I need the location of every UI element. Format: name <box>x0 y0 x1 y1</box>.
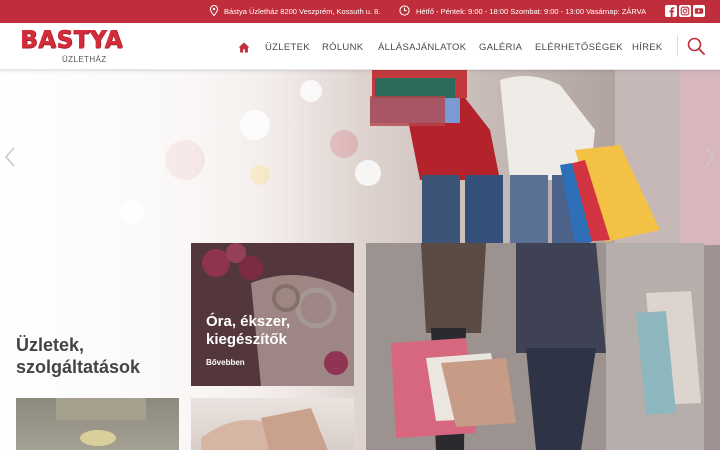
nav-item-galeria[interactable]: GALÉRIA <box>479 42 522 53</box>
nav-item-allasajanlatok[interactable]: ÁLLÁSAJÁNLATOK <box>378 42 466 53</box>
nav-item-elerhetosegek[interactable]: ELÉRHETŐSÉGEK <box>535 42 623 53</box>
read-more-link[interactable]: Bővebben <box>206 358 245 367</box>
location-pin-icon <box>209 5 219 16</box>
nav-divider <box>677 35 678 57</box>
youtube-icon[interactable] <box>693 5 705 17</box>
home-icon[interactable] <box>238 40 250 58</box>
clock-icon <box>399 5 410 16</box>
card-title: Óra, ékszer, kiegészítők <box>206 313 291 348</box>
nav-item-rolunk[interactable]: RÓLUNK <box>322 42 363 53</box>
category-card-shopping[interactable] <box>366 243 704 450</box>
instagram-icon[interactable] <box>679 5 691 17</box>
opening-hours-text: Hétfő - Péntek: 9:00 - 18:00 Szombat: 9:… <box>416 7 647 16</box>
logo-subtitle: ÜZLETHÁZ <box>62 55 107 64</box>
shopping-bags-image <box>366 243 704 450</box>
hero-slider[interactable]: Üzletek, szolgáltatások Óra, ékszer, kie… <box>0 70 720 450</box>
logo-text: BASTYA <box>20 26 123 54</box>
address-text: Bástya Üzletház 8200 Veszprém, Kossuth u… <box>224 7 381 16</box>
facebook-icon[interactable] <box>665 5 677 17</box>
shoppers-image <box>370 70 720 245</box>
nav-item-uzletek[interactable]: ÜZLETEK <box>265 42 310 53</box>
category-card-bottom-1[interactable] <box>16 398 179 450</box>
nav-item-hirek[interactable]: HÍREK <box>632 42 663 53</box>
search-icon[interactable] <box>687 37 705 60</box>
site-header: BASTYA ÜZLETHÁZ ÜZLETEK RÓLUNK ÁLLÁSAJÁN… <box>0 23 720 70</box>
category-card-jewellery[interactable]: Óra, ékszer, kiegészítők Bővebben <box>191 243 354 386</box>
category-card-bottom-2[interactable] <box>191 398 354 450</box>
section-title: Üzletek, szolgáltatások <box>16 335 141 377</box>
lamp-image <box>56 398 146 446</box>
chevron-left-icon[interactable] <box>4 146 16 173</box>
top-info-bar: Bástya Üzletház 8200 Veszprém, Kossuth u… <box>0 0 720 23</box>
chevron-right-icon[interactable] <box>704 146 716 173</box>
hands-image <box>201 408 328 450</box>
